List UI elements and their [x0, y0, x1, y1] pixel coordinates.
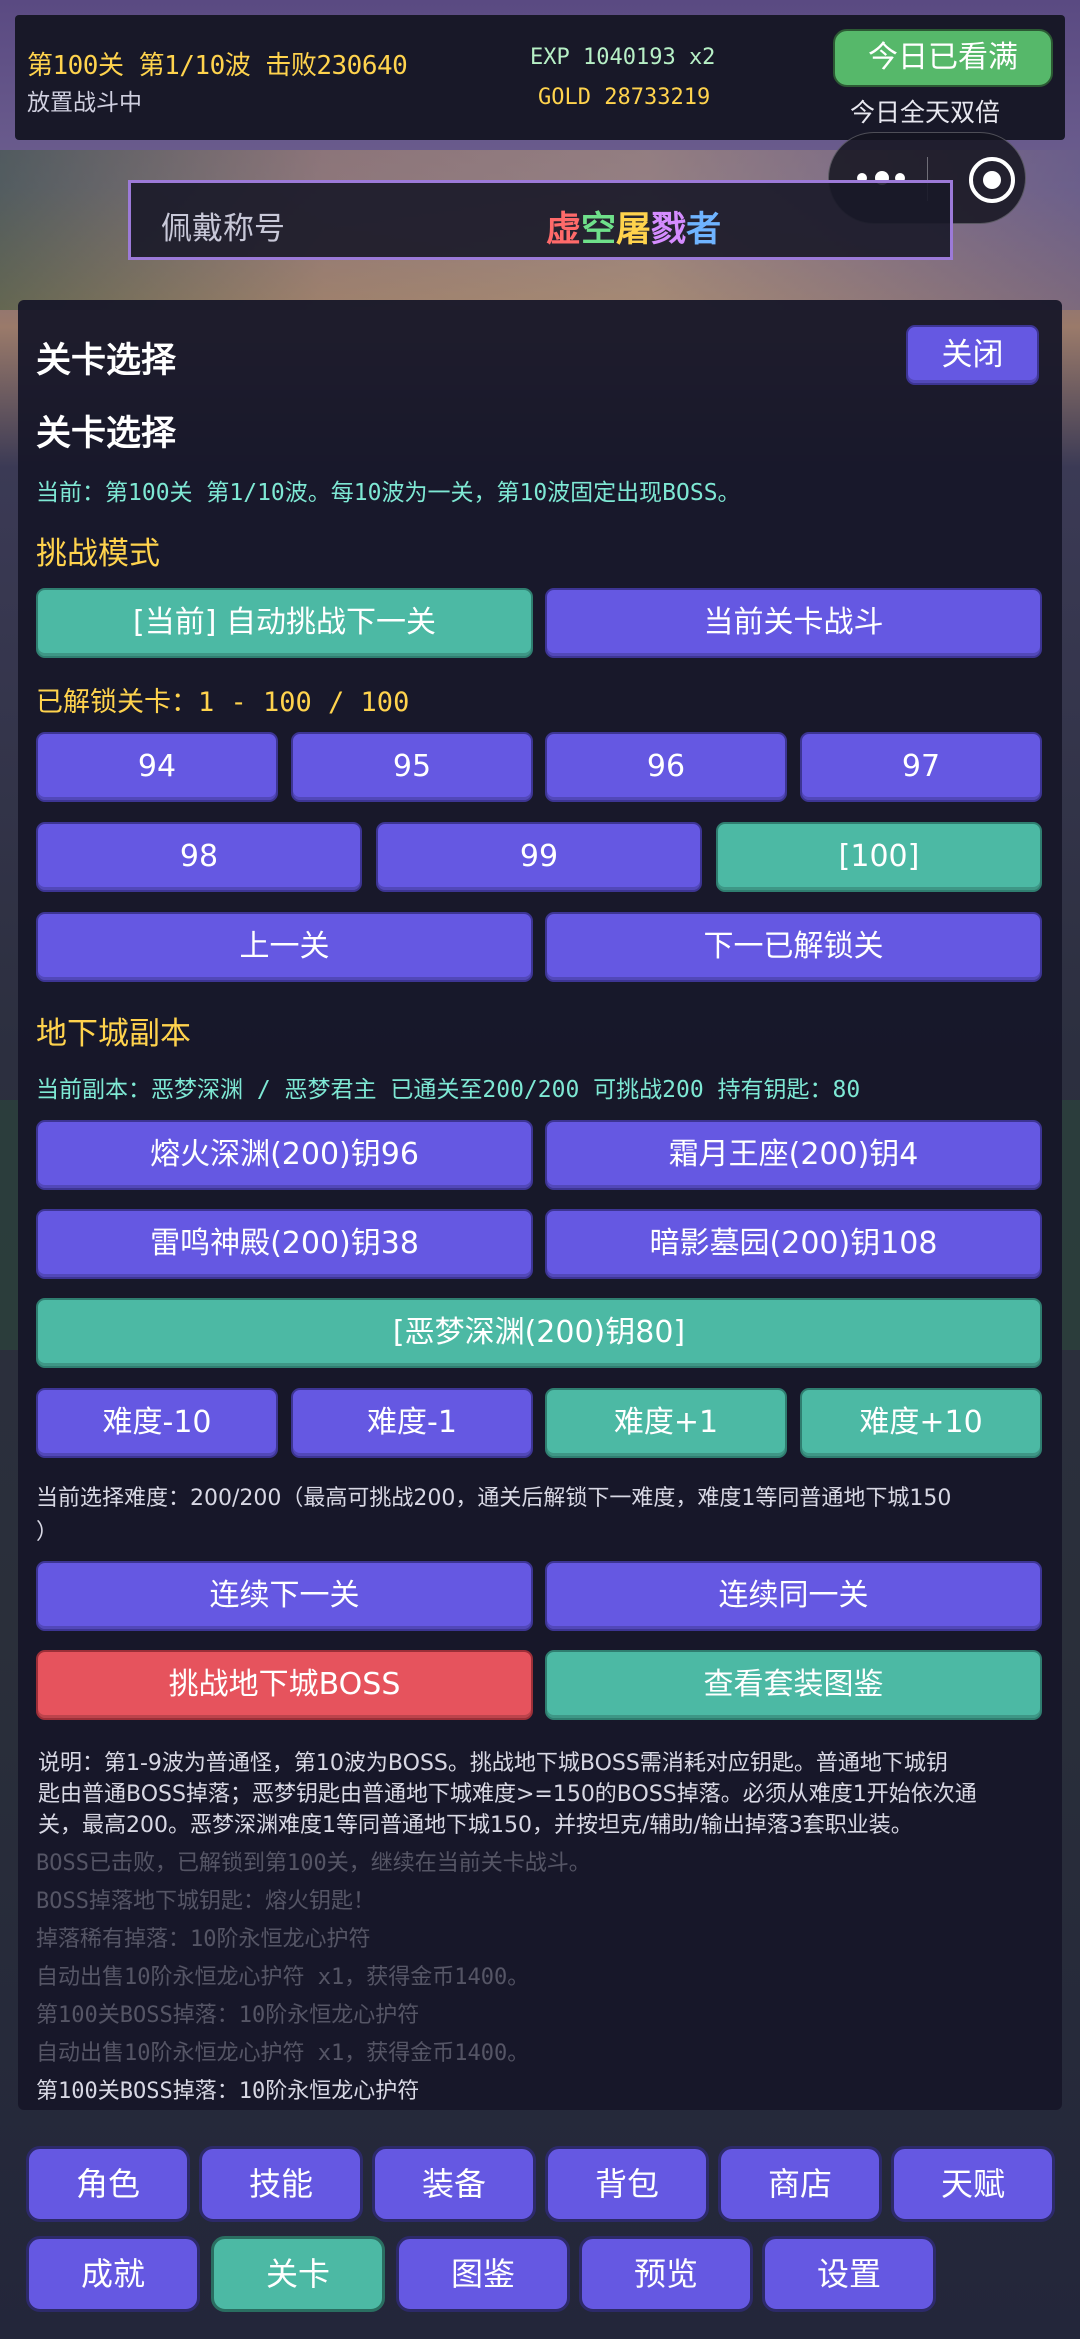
level-button-99[interactable]: 99: [376, 822, 702, 892]
difficulty-plus-10-button[interactable]: 难度+10: [800, 1388, 1042, 1458]
title-display: 佩戴称号 虚空屠戮者: [128, 180, 953, 260]
battle-log-line: BOSS掉落地下城钥匙：熔火钥匙！: [36, 1889, 375, 1914]
dungeon-button-shadow[interactable]: 暗影墓园(200)钥108: [545, 1209, 1042, 1279]
status-bar: 第100关 第1/10波 击败230640 放置战斗中 EXP 1040193 …: [15, 15, 1065, 140]
note-line: 关，最高200。恶梦深渊难度1等同普通地下城150，并按坦克/辅助/输出掉落3套…: [38, 1813, 913, 1838]
nav-bag[interactable]: 背包: [545, 2146, 709, 2222]
title-char: 虚: [546, 210, 582, 250]
dungeon-info: 当前副本：恶梦深渊 / 恶梦君主 已通关至200/200 可挑战200 持有钥匙…: [36, 1077, 861, 1103]
close-button[interactable]: 关闭: [906, 325, 1039, 385]
continue-same-button[interactable]: 连续同一关: [545, 1561, 1042, 1631]
nav-character[interactable]: 角色: [26, 2146, 190, 2222]
dungeon-button-nightmare-selected[interactable]: [恶梦深渊(200)钥80]: [36, 1298, 1042, 1368]
gold-readout: GOLD 28733219: [538, 85, 711, 110]
view-set-codex-button[interactable]: 查看套装图鉴: [545, 1650, 1042, 1720]
nav-equipment[interactable]: 装备: [372, 2146, 536, 2222]
note-line: 匙由普通BOSS掉落；恶梦钥匙由普通地下城难度>=150的BOSS掉落。必须从难…: [38, 1782, 977, 1807]
nav-skills[interactable]: 技能: [199, 2146, 363, 2222]
challenge-dungeon-boss-button[interactable]: 挑战地下城BOSS: [36, 1650, 533, 1720]
difficulty-plus-1-button[interactable]: 难度+1: [545, 1388, 787, 1458]
current-level-battle-button[interactable]: 当前关卡战斗: [545, 588, 1042, 658]
title-char: 空: [581, 210, 617, 250]
title-label: 佩戴称号: [161, 211, 285, 247]
note-line: 说明：第1-9波为普通怪，第10波为BOSS。挑战地下城BOSS需消耗对应钥匙。…: [38, 1751, 948, 1776]
current-level-info: 当前：第100关 第1/10波。每10波为一关，第10波固定出现BOSS。: [36, 480, 741, 506]
level-button-97[interactable]: 97: [800, 732, 1042, 802]
mode-title: 挑战模式: [36, 536, 160, 572]
battle-log-line: 第100关BOSS掉落：10阶永恒龙心护符: [36, 2003, 420, 2028]
difficulty-info: 当前选择难度：200/200（最高可挑战200，通关后解锁下一难度，难度1等同普…: [36, 1486, 952, 1511]
next-unlocked-level-button[interactable]: 下一已解锁关: [545, 912, 1042, 982]
dungeon-button-frost[interactable]: 霜月王座(200)钥4: [545, 1120, 1042, 1190]
nav-levels-active[interactable]: 关卡: [211, 2236, 385, 2312]
nav-settings[interactable]: 设置: [762, 2236, 936, 2312]
level-button-96[interactable]: 96: [545, 732, 787, 802]
title-char: 者: [686, 210, 722, 250]
level-button-95[interactable]: 95: [291, 732, 533, 802]
nav-shop[interactable]: 商店: [718, 2146, 882, 2222]
close-miniprogram-icon[interactable]: [969, 157, 1015, 203]
battle-log-line: 自动出售10阶永恒龙心护符 x1，获得金币1400。: [36, 2041, 530, 2066]
nav-preview[interactable]: 预览: [579, 2236, 753, 2312]
dungeon-button-molten[interactable]: 熔火深渊(200)钥96: [36, 1120, 533, 1190]
battle-log-line-latest: 第100关BOSS掉落：10阶永恒龙心护符: [36, 2079, 420, 2104]
double-bonus-status: 今日全天双倍: [850, 98, 1001, 127]
difficulty-minus-1-button[interactable]: 难度-1: [291, 1388, 533, 1458]
battle-log-line: BOSS已击败，已解锁到第100关，继续在当前关卡战斗。: [36, 1851, 591, 1876]
section-title: 关卡选择: [36, 414, 177, 454]
title-char: 戮: [651, 210, 687, 250]
dungeon-title: 地下城副本: [36, 1016, 191, 1052]
title-char: 屠: [616, 210, 652, 250]
level-button-94[interactable]: 94: [36, 732, 278, 802]
auto-next-mode-button[interactable]: [当前] 自动挑战下一关: [36, 588, 533, 658]
level-button-100-current[interactable]: [100]: [716, 822, 1042, 892]
daily-ad-button[interactable]: 今日已看满: [833, 29, 1053, 87]
level-button-98[interactable]: 98: [36, 822, 362, 892]
panel-title: 关卡选择: [36, 341, 177, 381]
battle-log-line: 自动出售10阶永恒龙心护符 x1，获得金币1400。: [36, 1965, 530, 1990]
difficulty-info-end: ）: [36, 1520, 59, 1545]
level-select-panel: 关卡选择 关闭 关卡选择 当前：第100关 第1/10波。每10波为一关，第10…: [18, 300, 1062, 2110]
nav-talent[interactable]: 天赋: [891, 2146, 1055, 2222]
continue-next-button[interactable]: 连续下一关: [36, 1561, 533, 1631]
prev-level-button[interactable]: 上一关: [36, 912, 533, 982]
nav-codex[interactable]: 图鉴: [396, 2236, 570, 2312]
nav-achievements[interactable]: 成就: [26, 2236, 200, 2312]
difficulty-minus-10-button[interactable]: 难度-10: [36, 1388, 278, 1458]
title-value: 虚空屠戮者: [546, 201, 721, 252]
stage-info: 第100关 第1/10波 击败230640: [27, 51, 408, 81]
exp-readout: EXP 1040193 x2: [530, 45, 716, 70]
battle-log-line: 掉落稀有掉落：10阶永恒龙心护符: [36, 1927, 371, 1952]
dungeon-button-thunder[interactable]: 雷鸣神殿(200)钥38: [36, 1209, 533, 1279]
idle-status: 放置战斗中: [27, 90, 142, 116]
unlocked-levels: 已解锁关卡：1 - 100 / 100: [36, 687, 410, 718]
